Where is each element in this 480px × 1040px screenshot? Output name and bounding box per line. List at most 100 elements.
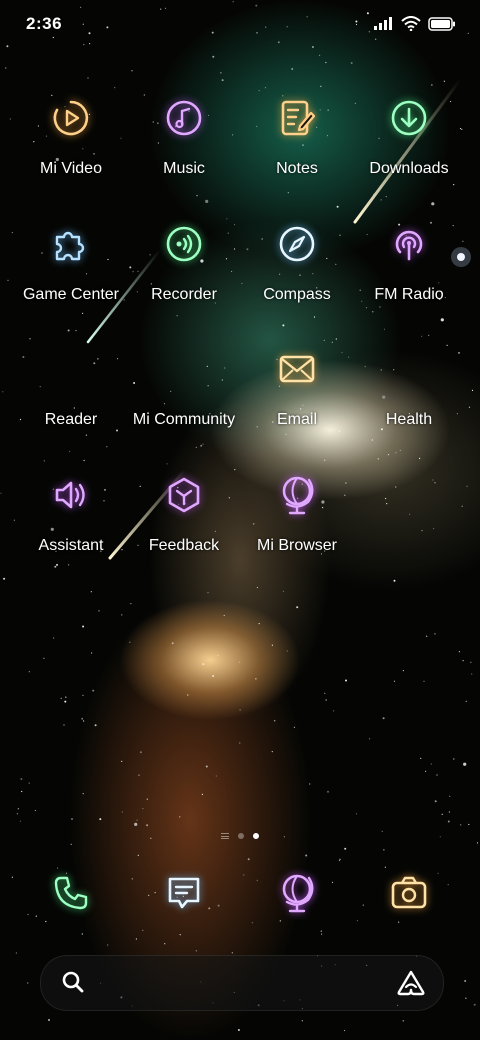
star <box>65 696 67 698</box>
dock-phone[interactable] <box>14 868 128 918</box>
star <box>90 591 92 593</box>
puzzle-icon <box>55 231 85 261</box>
star <box>461 505 463 507</box>
star <box>460 824 462 826</box>
star <box>223 614 225 617</box>
star <box>48 1019 50 1021</box>
feedback-icon <box>168 477 200 513</box>
star <box>320 930 322 932</box>
star <box>164 943 166 945</box>
search-icon[interactable] <box>61 970 85 994</box>
star <box>434 800 437 803</box>
page-dot-active[interactable] <box>253 833 259 839</box>
play-icon <box>53 100 89 136</box>
star <box>293 726 295 729</box>
star <box>99 818 102 821</box>
dock-camera[interactable] <box>352 868 466 918</box>
star <box>335 338 337 340</box>
app-label: Recorder <box>151 286 217 303</box>
star <box>21 790 23 793</box>
star <box>327 790 329 793</box>
app-health[interactable]: Health <box>352 344 466 454</box>
app-label: FM Radio <box>374 286 444 303</box>
page-dot[interactable] <box>238 833 244 839</box>
star <box>271 751 273 753</box>
app-downloads[interactable]: Downloads <box>352 93 466 203</box>
star <box>82 793 84 795</box>
star <box>81 717 84 720</box>
star <box>131 70 133 72</box>
speaker-icon <box>55 481 85 509</box>
star <box>7 279 9 281</box>
app-label: Downloads <box>369 160 449 177</box>
star <box>87 77 89 79</box>
star <box>83 720 85 722</box>
search-bar[interactable] <box>40 955 444 1011</box>
star <box>430 763 432 765</box>
star <box>385 497 387 500</box>
star <box>441 813 443 815</box>
star <box>431 84 433 86</box>
app-compass[interactable]: Compass <box>240 219 354 329</box>
star <box>142 929 144 932</box>
app-email[interactable]: Email <box>240 344 354 454</box>
star <box>239 709 241 711</box>
dock-browser[interactable] <box>240 868 354 918</box>
star <box>146 824 149 827</box>
star <box>279 920 281 922</box>
messages-icon <box>168 877 200 909</box>
app-recorder[interactable]: Recorder <box>127 219 241 329</box>
star <box>453 758 455 760</box>
app-notes[interactable]: Notes <box>240 93 354 203</box>
assistant-icon[interactable] <box>397 970 425 996</box>
star <box>231 952 233 954</box>
star <box>470 661 472 663</box>
app-mi-browser[interactable]: Mi Browser <box>240 470 354 580</box>
star <box>98 610 100 612</box>
app-reader[interactable]: Reader <box>14 344 128 454</box>
star <box>136 819 138 821</box>
star <box>356 920 358 922</box>
app-label: Game Center <box>22 286 120 303</box>
star <box>386 503 388 505</box>
app-feedback[interactable]: Feedback <box>127 470 241 580</box>
star <box>325 61 327 64</box>
app-mi-community[interactable]: Mi Community <box>127 344 241 454</box>
star <box>237 1029 240 1031</box>
star <box>291 68 294 70</box>
notes-icon <box>281 100 316 136</box>
app-game-center[interactable]: Game Center <box>14 219 128 329</box>
mail-icon <box>279 355 315 383</box>
star <box>387 454 390 456</box>
app-fm-radio[interactable]: FM Radio <box>352 219 466 329</box>
star <box>81 933 83 935</box>
star <box>34 809 37 812</box>
star <box>426 635 428 637</box>
star <box>464 980 467 982</box>
star <box>107 944 109 946</box>
star <box>443 80 445 82</box>
dock-messages[interactable] <box>127 868 241 918</box>
app-mi-video[interactable]: Mi Video <box>14 93 128 203</box>
star <box>448 811 450 813</box>
star <box>432 479 434 481</box>
star <box>434 482 436 484</box>
star <box>28 671 30 673</box>
app-music[interactable]: Music <box>127 93 241 203</box>
star <box>471 389 474 391</box>
star <box>9 118 11 120</box>
app-assistant[interactable]: Assistant <box>14 470 128 580</box>
star <box>15 952 17 954</box>
star <box>20 778 23 780</box>
phone-icon <box>54 876 88 910</box>
star <box>434 633 436 635</box>
star <box>45 920 47 923</box>
star <box>70 843 72 845</box>
app-label: Mi Browser <box>256 537 337 554</box>
star <box>395 486 397 488</box>
star <box>355 813 358 815</box>
page-indicator[interactable] <box>0 830 480 842</box>
star <box>129 641 131 643</box>
star <box>17 808 19 810</box>
battery-icon <box>428 16 455 31</box>
